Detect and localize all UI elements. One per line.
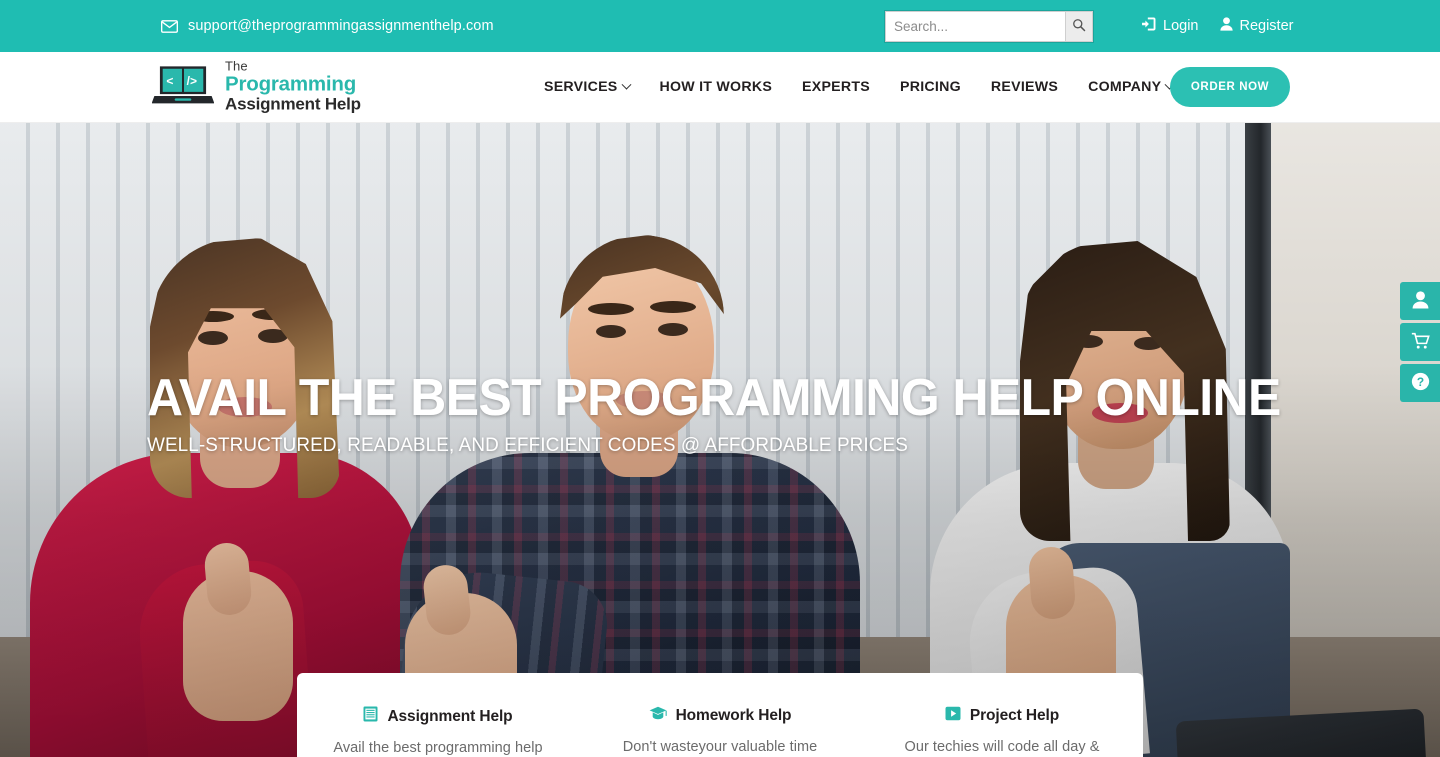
search-icon — [1072, 18, 1086, 35]
login-icon — [1142, 17, 1157, 35]
graduation-cap-icon — [649, 706, 667, 726]
nav-label-company: COMPANY — [1088, 79, 1162, 95]
top-utility-bar: support@theprogrammingassignmenthelp.com — [0, 0, 1440, 52]
login-label: Login — [1163, 18, 1199, 34]
nav-item-services[interactable]: SERVICES — [529, 79, 645, 95]
login-link[interactable]: Login — [1142, 17, 1198, 35]
feature-title: Assignment Help — [387, 707, 513, 725]
register-label: Register — [1239, 18, 1294, 34]
feature-description: Don't wasteyour valuable time — [622, 739, 818, 755]
search-button[interactable] — [1065, 11, 1093, 42]
hero-section: AVAIL THE BEST PROGRAMMING HELP ONLINE W… — [0, 123, 1440, 757]
site-logo[interactable]: < /> The Programming Assignment Help — [152, 58, 361, 115]
feature-card-assignment-help[interactable]: Assignment Help Avail the best programmi… — [297, 673, 579, 757]
order-now-button[interactable]: ORDER NOW — [1170, 67, 1290, 107]
main-navbar: < /> The Programming Assignment Help SER… — [0, 52, 1440, 123]
search-box[interactable] — [885, 11, 1093, 42]
feature-cards-panel: Assignment Help Avail the best programmi… — [297, 673, 1143, 757]
nav-label-how-it-works: HOW IT WORKS — [659, 79, 773, 95]
play-button-icon — [945, 706, 961, 726]
feature-title: Project Help — [969, 707, 1060, 724]
auth-links: Login Register — [1142, 17, 1293, 35]
support-email[interactable]: support@theprogrammingassignmenthelp.com — [161, 18, 494, 34]
feature-card-homework-help[interactable]: Homework Help Don't wasteyour valuable t… — [579, 673, 861, 757]
register-link[interactable]: Register — [1220, 17, 1293, 35]
nav-item-experts[interactable]: EXPERTS — [787, 79, 885, 95]
question-circle-icon: ? — [1411, 372, 1430, 394]
nav-label-pricing: PRICING — [900, 79, 961, 95]
dock-cart-button[interactable] — [1400, 323, 1440, 361]
primary-navigation: SERVICES HOW IT WORKS EXPERTS PRICING RE… — [529, 79, 1188, 95]
dock-help-button[interactable]: ? — [1400, 364, 1440, 402]
feature-title: Homework Help — [675, 707, 792, 724]
hero-subtitle: WELL-STRUCTURED, READABLE, AND EFFICIENT… — [147, 434, 908, 457]
user-account-icon — [1412, 290, 1429, 312]
feature-title-row: Assignment Help — [363, 706, 513, 727]
feature-description: Our techies will code all day & — [904, 739, 1100, 755]
feature-description: Avail the best programming help — [333, 740, 543, 756]
logo-line-the: The — [225, 58, 248, 74]
hero-copy: AVAIL THE BEST PROGRAMMING HELP ONLINE W… — [147, 371, 1328, 457]
nav-label-services: SERVICES — [544, 79, 618, 95]
nav-item-how-it-works[interactable]: HOW IT WORKS — [645, 79, 788, 95]
dock-account-button[interactable] — [1400, 282, 1440, 320]
nav-label-experts: EXPERTS — [802, 79, 871, 95]
nav-item-pricing[interactable]: PRICING — [885, 79, 976, 95]
support-email-text: support@theprogrammingassignmenthelp.com — [188, 18, 494, 34]
feature-card-project-help[interactable]: Project Help Our techies will code all d… — [861, 673, 1143, 757]
laptop-code-logo-icon: < /> — [152, 63, 214, 111]
mail-icon — [161, 19, 178, 33]
shopping-cart-icon — [1411, 332, 1430, 353]
floating-side-dock: ? — [1400, 282, 1440, 402]
chevron-down-icon — [621, 79, 631, 90]
page-root: support@theprogrammingassignmenthelp.com — [0, 0, 1440, 757]
nav-item-reviews[interactable]: REVIEWS — [976, 79, 1073, 95]
list-document-icon — [363, 706, 378, 727]
hero-title: AVAIL THE BEST PROGRAMMING HELP ONLINE — [147, 369, 1281, 427]
svg-text:/>: /> — [187, 74, 197, 88]
logo-line-programming: Programming — [225, 72, 357, 96]
feature-title-row: Project Help — [945, 706, 1059, 726]
logo-line-assignment-help: Assignment Help — [225, 94, 361, 114]
svg-text:<: < — [166, 74, 173, 88]
user-icon — [1220, 17, 1234, 35]
nav-label-reviews: REVIEWS — [990, 79, 1059, 95]
svg-text:?: ? — [1416, 375, 1423, 389]
feature-title-row: Homework Help — [649, 706, 792, 726]
search-input[interactable] — [885, 11, 1065, 42]
